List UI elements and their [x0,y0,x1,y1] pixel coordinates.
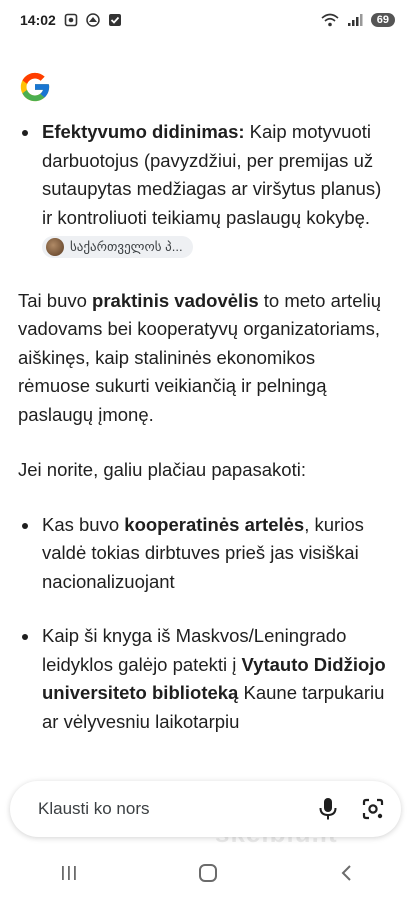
google-logo [20,72,50,102]
paragraph: Jei norite, galiu plačiau papasakoti: [18,459,306,480]
vpn-icon [86,13,100,27]
recents-icon[interactable] [59,864,79,882]
list-item: Kaip ši knyga iš Maskvos/Leningrado leid… [18,622,390,736]
status-time: 14:02 [20,12,56,28]
list-item: Efektyvumo didinimas: Kaip motyvuoti dar… [18,118,390,261]
ask-input[interactable]: Klausti ko nors [10,781,401,837]
paragraph: Tai buvo praktinis vadovėlis to meto art… [18,287,390,430]
signal-icon [347,14,363,26]
ask-placeholder: Klausti ko nors [38,799,150,818]
lens-icon[interactable] [361,797,385,821]
back-icon[interactable] [338,863,356,883]
ask-actions [317,797,385,821]
screen: 14:02 69 Efektyvumo didinimas: Kaip moty… [0,0,415,900]
status-left: 14:02 [20,12,122,28]
list-item: Kas buvo kooperatinės artelės, kurios va… [18,511,390,597]
source-chip-label: საქართველოს პ... [70,239,183,255]
bullet-text: Kas buvo [42,513,125,535]
paragraph-emphasis: praktinis vadovėlis [92,289,259,311]
checkbox-icon [108,14,121,26]
battery-level: 69 [370,13,395,27]
bullet-emphasis: kooperatinės artelės [124,513,305,535]
source-chip[interactable]: საქართველოს პ... [42,236,193,259]
paragraph-text: Tai buvo [18,289,93,311]
wifi-icon [321,13,339,27]
status-right: 69 [321,13,395,27]
source-thumbnail [46,238,64,257]
gallery-icon [64,13,78,27]
mic-icon[interactable] [317,797,339,821]
answer-content: Efektyvumo didinimas: Kaip motyvuoti dar… [18,118,390,736]
navigation-bar [0,846,415,900]
home-icon[interactable] [197,862,219,884]
status-bar: 14:02 69 [0,0,415,40]
bullet-heading: Efektyvumo didinimas: [42,121,245,142]
